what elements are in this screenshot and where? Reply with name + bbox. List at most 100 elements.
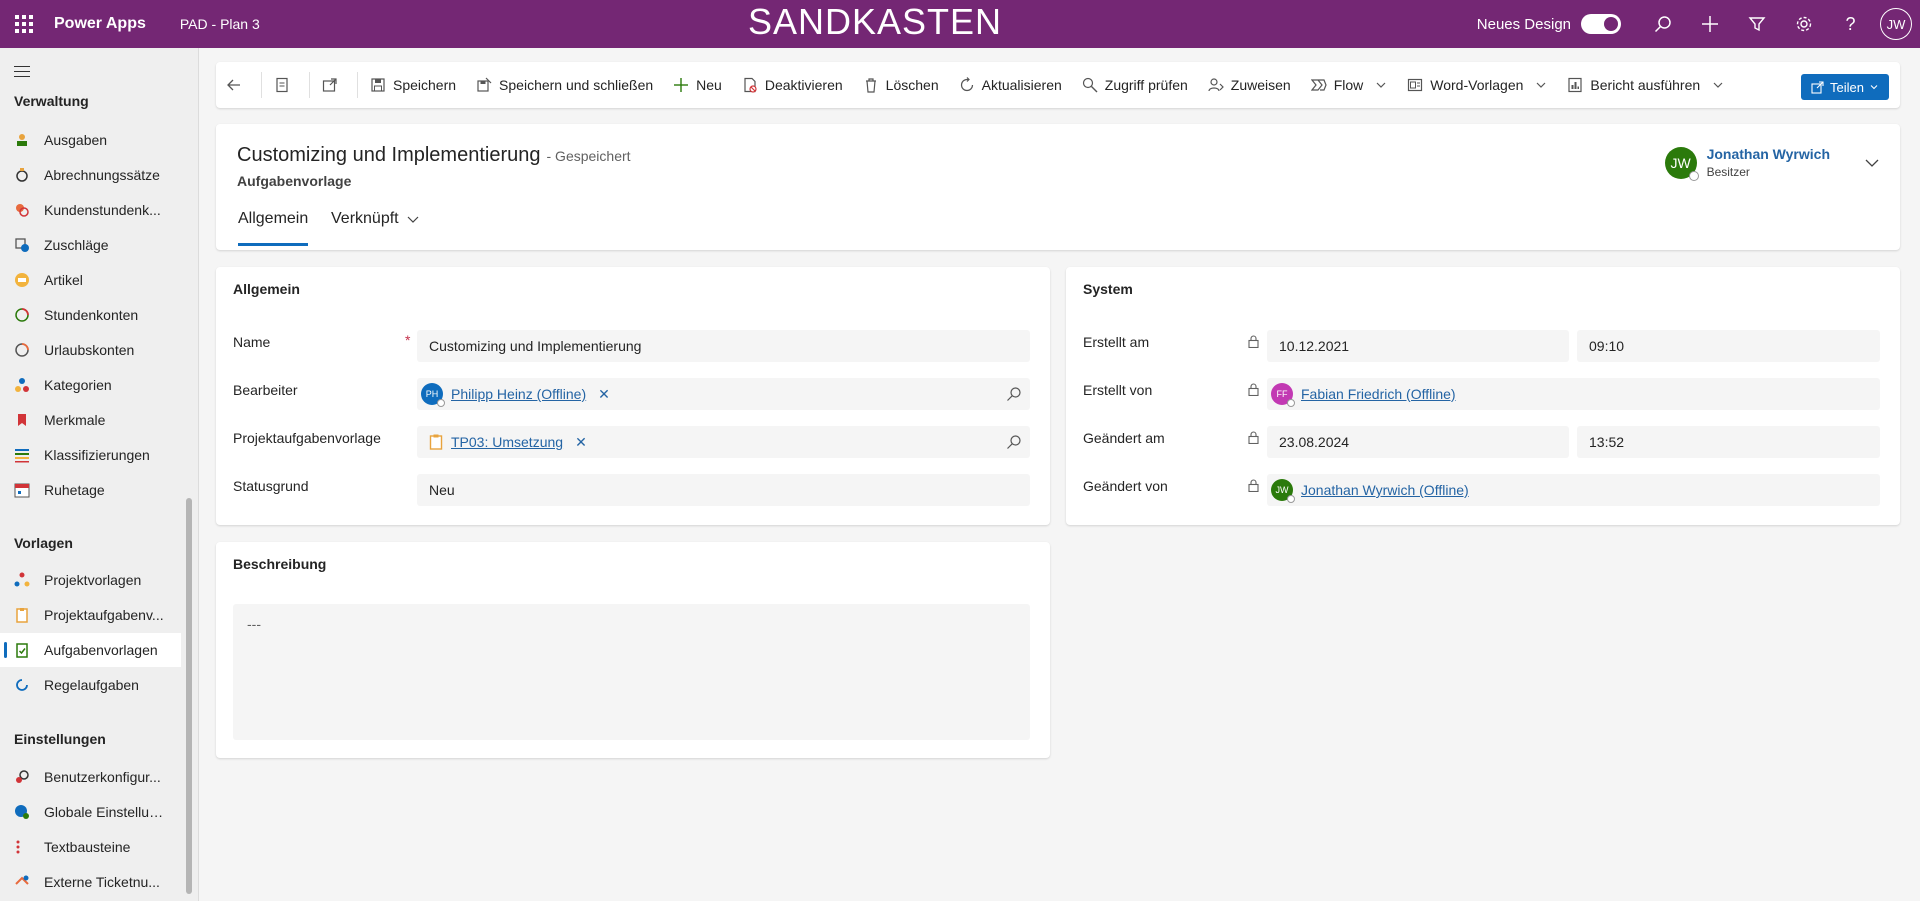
sidebar-item-klassifizierungen[interactable]: Klassifizierungen [0, 438, 181, 472]
check-access-button[interactable]: Zugriff prüfen [1072, 62, 1198, 108]
sidebar-item-aufgabenvorlagen[interactable]: Aufgabenvorlagen [0, 633, 181, 667]
owner-avatar: JW [1664, 146, 1699, 181]
search-icon[interactable] [1006, 434, 1022, 450]
sidebar-item-ruhetage[interactable]: Ruhetage [0, 473, 181, 507]
sidebar-item-externe-ticketnummern[interactable]: Externe Ticketnu... [0, 865, 181, 899]
open-new-window-button[interactable] [312, 62, 355, 108]
save-icon [371, 78, 385, 92]
project-task-lookup[interactable]: TP03: Umsetzung ✕ [417, 426, 1030, 458]
owner-role: Besitzer [1706, 165, 1750, 179]
modified-on-label: Geändert am [1083, 430, 1165, 446]
tab-verknuepft[interactable]: Verknüpft [331, 210, 420, 246]
sidebar-item-projektaufgabenvorlagen[interactable]: Projektaufgabenv... [0, 598, 181, 632]
search-icon[interactable] [1639, 0, 1686, 48]
deactivate-button[interactable]: Deaktivieren [732, 62, 853, 108]
word-templates-button[interactable]: Word-Vorlagen [1397, 62, 1557, 108]
name-label: Name [233, 334, 271, 350]
section-system: System Erstellt am 10.12.2021 09:10 Erst… [1066, 267, 1900, 525]
delete-label: Löschen [885, 77, 939, 93]
delete-button[interactable]: Löschen [853, 62, 949, 108]
task-template-icon [14, 642, 30, 658]
chevron-down-icon [1870, 85, 1878, 90]
sidebar-item-artikel[interactable]: Artikel [0, 263, 181, 297]
sidebar-item-kategorien[interactable]: Kategorien [0, 368, 181, 402]
section-allgemein: Allgemein Name * Customizing und Impleme… [216, 267, 1050, 525]
sidebar-item-abrechnungssaetze[interactable]: Abrechnungssätze [0, 158, 181, 192]
lock-icon [1248, 431, 1259, 444]
pop-out-icon [322, 78, 337, 92]
gear-icon[interactable] [1780, 0, 1827, 48]
back-button[interactable] [216, 62, 259, 108]
sidebar-item-merkmale[interactable]: Merkmale [0, 403, 181, 437]
save-status: - Gespeichert [546, 148, 631, 164]
chevron-down-icon[interactable] [1864, 155, 1880, 171]
presence-status-icon [1688, 170, 1699, 181]
new-button[interactable]: Neu [663, 62, 732, 108]
sidebar-item-label: Benutzerkonfigur... [44, 769, 161, 785]
remove-icon[interactable]: ✕ [575, 434, 587, 451]
sidebar-item-projektvorlagen[interactable]: Projektvorlagen [0, 563, 181, 597]
project-template-icon [14, 572, 30, 588]
chevron-down-icon [407, 216, 419, 223]
remove-icon[interactable]: ✕ [598, 386, 610, 403]
share-button[interactable]: Teilen [1801, 74, 1889, 100]
created-by-lookup: FF Fabian Friedrich (Offline) [1267, 378, 1880, 410]
sidebar-group-vorlagen: Vorlagen [14, 535, 73, 551]
save-and-close-button[interactable]: Speichern und schließen [466, 62, 663, 108]
refresh-button[interactable]: Aktualisieren [949, 62, 1072, 108]
filter-icon[interactable] [1733, 0, 1780, 48]
tab-label: Allgemein [238, 210, 309, 227]
flow-button[interactable]: Flow [1301, 62, 1398, 108]
name-input[interactable]: Customizing und Implementierung [417, 330, 1030, 362]
new-label: Neu [696, 77, 722, 93]
chevron-down-icon [1376, 82, 1386, 88]
owner-name[interactable]: Jonathan Wyrwich [1707, 146, 1830, 162]
modified-by-link[interactable]: Jonathan Wyrwich (Offline) [1301, 482, 1469, 498]
user-avatar[interactable]: JW [1880, 8, 1912, 40]
modified-by-avatar: JW [1271, 479, 1295, 503]
sidebar-item-benutzerkonfiguration[interactable]: Benutzerkonfigur... [0, 760, 181, 794]
editor-lookup[interactable]: PH Philipp Heinz (Offline) ✕ [417, 378, 1030, 410]
tab-allgemein[interactable]: Allgemein [238, 210, 309, 246]
sidebar-item-regelaufgaben[interactable]: Regelaufgaben [0, 668, 181, 702]
document-icon [276, 77, 288, 93]
person-assign-icon [1208, 78, 1224, 92]
sidebar-scrollbar[interactable] [186, 498, 192, 894]
section-title: Allgemein [233, 281, 300, 297]
search-icon[interactable] [1006, 386, 1022, 402]
hours-account-icon [14, 307, 30, 323]
plus-icon[interactable] [1686, 0, 1733, 48]
save-button[interactable]: Speichern [360, 62, 466, 108]
sidebar-item-label: Projektaufgabenv... [44, 607, 164, 623]
help-icon[interactable]: ? [1827, 0, 1874, 48]
created-by-link[interactable]: Fabian Friedrich (Offline) [1301, 386, 1456, 402]
sidebar-item-label: Artikel [44, 272, 83, 288]
status-reason-label: Statusgrund [233, 478, 309, 494]
sidebar-item-ausgaben[interactable]: Ausgaben [0, 123, 181, 157]
sidebar-item-label: Externe Ticketnu... [44, 874, 160, 890]
status-reason-select[interactable]: Neu [417, 474, 1030, 506]
project-task-label: Projektaufgabenvorlage [233, 430, 381, 446]
sidebar-item-kundenstundenkonten[interactable]: Kundenstundenk... [0, 193, 181, 227]
assign-button[interactable]: Zuweisen [1198, 62, 1301, 108]
project-task-link[interactable]: TP03: Umsetzung [451, 434, 563, 450]
text-block-icon [14, 839, 30, 855]
sidebar-item-globale-einstellungen[interactable]: Globale Einstellun... [0, 795, 181, 829]
sidebar-item-urlaubskonten[interactable]: Urlaubskonten [0, 333, 181, 367]
hamburger-menu-icon[interactable] [14, 66, 30, 81]
share-icon [1811, 80, 1824, 94]
editor-link[interactable]: Philipp Heinz (Offline) [451, 386, 586, 402]
run-report-button[interactable]: Bericht ausführen [1557, 62, 1734, 108]
sidebar-item-stundenkonten[interactable]: Stundenkonten [0, 298, 181, 332]
editor-label: Bearbeiter [233, 382, 298, 398]
description-textarea[interactable]: --- [233, 604, 1030, 740]
sidebar-item-textbausteine[interactable]: Textbausteine [0, 830, 181, 864]
modified-by-lookup: JW Jonathan Wyrwich (Offline) [1267, 474, 1880, 506]
trash-icon [865, 78, 876, 93]
sidebar-item-zuschlaege[interactable]: Zuschläge [0, 228, 181, 262]
sidebar-group-verwaltung: Verwaltung [14, 93, 89, 109]
owner-card[interactable]: JW Jonathan Wyrwich Besitzer [1664, 146, 1880, 181]
new-design-toggle[interactable] [1581, 14, 1621, 34]
form-view-button[interactable] [264, 62, 307, 108]
sidebar-item-label: Projektvorlagen [44, 572, 142, 588]
